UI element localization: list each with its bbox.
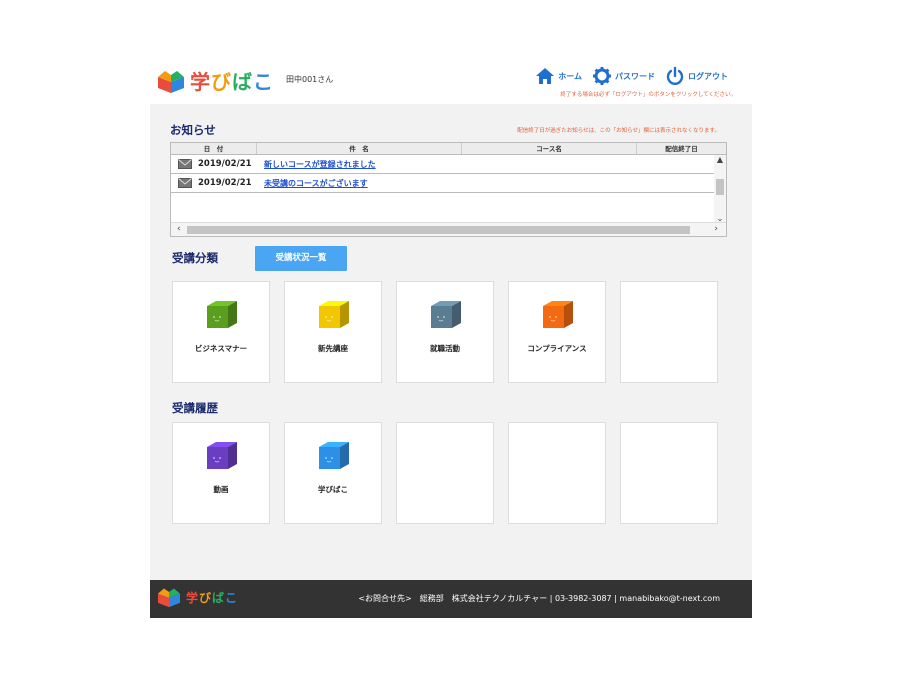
notice-date: 2019/02/21 (198, 159, 252, 169)
empty-tile (508, 422, 606, 524)
column-end-date: 配信終了日 (665, 145, 698, 153)
category-tile-business-manners[interactable]: ビジネスマナー (172, 281, 270, 383)
top-nav: ホーム パスワード ログアウト (535, 66, 728, 86)
tile-label: 就職活動 (430, 344, 460, 353)
cube-icon (319, 442, 349, 469)
logout-note: 終了する場合は必ず「ログアウト」のボタンをクリックしてください。 (560, 92, 736, 98)
username: 田中001さん (286, 75, 334, 84)
column-course: コース名 (462, 143, 637, 154)
category-tile-job-hunting[interactable]: 就職活動 (396, 281, 494, 383)
app-logo[interactable]: 学びばこ (156, 66, 274, 95)
notice-link[interactable]: 未受講のコースがございます (264, 178, 368, 189)
table-row[interactable]: 2019/02/21 新しいコースが登録されました (171, 155, 715, 174)
mail-icon (178, 159, 192, 169)
cube-icon (207, 442, 237, 469)
box-logo-icon (158, 70, 184, 93)
notice-link[interactable]: 新しいコースが登録されました (264, 159, 376, 170)
column-date: 日 付 (171, 143, 257, 154)
scroll-up-icon[interactable]: ▲ (714, 155, 726, 164)
horizontal-scrollbar[interactable]: ‹ › (171, 222, 726, 236)
history-title: 受講履歴 (172, 401, 218, 415)
tile-label: 動画 (213, 485, 229, 494)
logout-link[interactable]: ログアウト (665, 66, 728, 86)
cube-icon (319, 301, 349, 328)
tile-label: ビジネスマナー (194, 344, 248, 353)
home-link[interactable]: ホーム (535, 66, 582, 86)
scroll-thumb[interactable] (187, 226, 690, 234)
empty-tile (620, 422, 718, 524)
column-subject: 件 名 (257, 143, 462, 154)
cube-icon (431, 301, 461, 328)
category-tile-compliance[interactable]: コンプライアンス (508, 281, 606, 383)
status-list-button[interactable]: 受講状況一覧 (255, 246, 347, 271)
category-tile-new-course[interactable]: 新先講座 (284, 281, 382, 383)
gear-icon (593, 67, 611, 85)
cube-icon (207, 301, 237, 328)
footer-logo[interactable]: 学びばこ (156, 586, 238, 608)
notice-title: お知らせ (170, 123, 216, 137)
categories-title: 受講分類 (172, 251, 218, 265)
scroll-thumb[interactable] (716, 179, 724, 195)
app-name: 学びばこ (190, 70, 274, 94)
header: 学びばこ 田中001さん ホーム パスワード ログアウト 終了する場合は必ず「ロ… (150, 60, 752, 104)
main-content: お知らせ 配信終了日が過ぎたお知らせは、この「お知らせ」欄には表示されなくなりま… (150, 104, 752, 580)
notice-date: 2019/02/21 (198, 178, 252, 188)
tile-label: 新先講座 (318, 344, 348, 353)
notice-rows: 2019/02/21 新しいコースが登録されました 2019/02/21 未受講… (171, 155, 715, 193)
chevron-right-icon[interactable]: › (714, 224, 718, 234)
empty-tile (620, 281, 718, 383)
vertical-scrollbar[interactable]: ▲ ⌄ (714, 155, 726, 223)
logout-label: ログアウト (688, 71, 728, 81)
cube-icon (543, 301, 573, 328)
footer-app-name: 学びばこ (186, 590, 239, 605)
box-logo-icon (158, 588, 180, 608)
footer-contact: <お問合せ先> 総務部 株式会社テクノカルチャー | 03-3982-3087 … (358, 594, 720, 603)
tile-label: コンプライアンス (527, 344, 587, 353)
history-tiles: 動画 学びばこ (172, 422, 718, 524)
tile-label: 学びばこ (318, 485, 348, 494)
mail-icon (178, 178, 192, 188)
table-row[interactable]: 2019/02/21 未受講のコースがございます (171, 174, 715, 193)
power-icon (666, 66, 684, 85)
home-label: ホーム (558, 71, 582, 81)
notice-table: 日 付 件 名 コース名 配信終了日 2019/02/21 新しいコースが登録さ… (170, 142, 727, 237)
history-tile-manabibako[interactable]: 学びばこ (284, 422, 382, 524)
chevron-left-icon[interactable]: ‹ (177, 224, 181, 234)
password-label: パスワード (615, 71, 655, 81)
category-tiles: ビジネスマナー 新先講座 就職活動 コンプライアンス (172, 281, 718, 383)
footer: 学びばこ <お問合せ先> 総務部 株式会社テクノカルチャー | 03-3982-… (150, 580, 752, 618)
history-tile-video[interactable]: 動画 (172, 422, 270, 524)
notice-table-header: 日 付 件 名 コース名 配信終了日 (171, 143, 726, 155)
page: 学びばこ 田中001さん ホーム パスワード ログアウト 終了する場合は必ず「ロ… (150, 60, 752, 618)
home-icon (536, 68, 555, 84)
empty-tile (396, 422, 494, 524)
password-link[interactable]: パスワード (592, 66, 655, 86)
notice-note: 配信終了日が過ぎたお知らせは、この「お知らせ」欄には表示されなくなります。 (517, 128, 720, 134)
